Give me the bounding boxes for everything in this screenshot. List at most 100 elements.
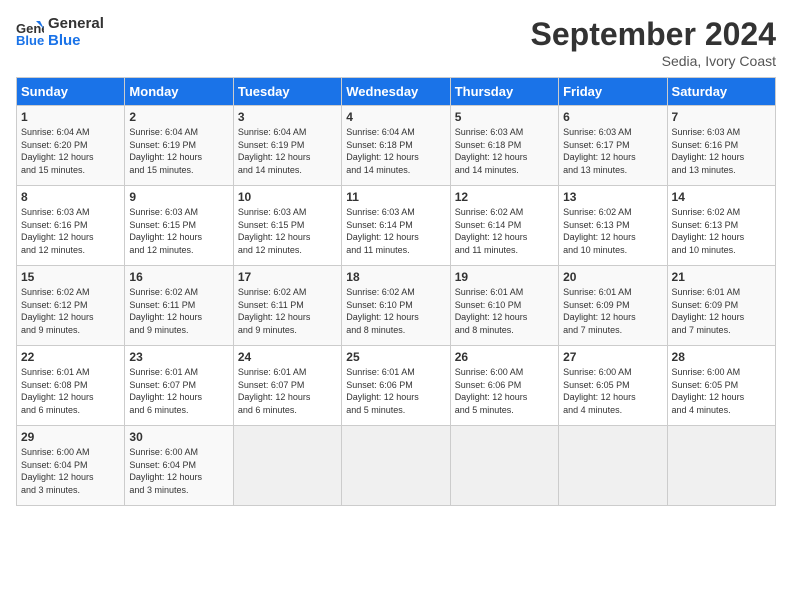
- calendar-header-row: SundayMondayTuesdayWednesdayThursdayFrid…: [17, 78, 776, 106]
- day-number: 21: [672, 270, 771, 284]
- day-number: 24: [238, 350, 337, 364]
- calendar-cell: 20 Sunrise: 6:01 AM Sunset: 6:09 PM Dayli…: [559, 266, 667, 346]
- calendar-cell: 14Sunrise: 6:02 AM Sunset: 6:13 PM Dayli…: [667, 186, 775, 266]
- day-number: 5: [455, 110, 554, 124]
- day-number: 18: [346, 270, 445, 284]
- calendar-cell: [450, 426, 558, 506]
- calendar-cell: 29 Sunrise: 6:00 AM Sunset: 6:04 PM Dayli…: [17, 426, 125, 506]
- logo-icon: General Blue: [16, 19, 44, 47]
- day-info: Sunrise: 6:00 AM Sunset: 6:04 PM Dayligh…: [129, 446, 228, 496]
- day-number: 25: [346, 350, 445, 364]
- title-block: September 2024 Sedia, Ivory Coast: [531, 16, 776, 69]
- day-number: 29: [21, 430, 120, 444]
- calendar-cell: 8 Sunrise: 6:03 AM Sunset: 6:16 PM Daylig…: [17, 186, 125, 266]
- location-subtitle: Sedia, Ivory Coast: [531, 53, 776, 69]
- calendar-cell: [342, 426, 450, 506]
- day-number: 27: [563, 350, 662, 364]
- logo-line2: Blue: [48, 33, 104, 50]
- day-info: Sunrise: 6:04 AM Sunset: 6:19 PM Dayligh…: [129, 126, 228, 176]
- calendar-cell: 15 Sunrise: 6:02 AM Sunset: 6:12 PM Dayli…: [17, 266, 125, 346]
- day-info: Sunrise: 6:00 AM Sunset: 6:05 PM Dayligh…: [672, 366, 771, 416]
- day-info: Sunrise: 6:02 AM Sunset: 6:12 PM Dayligh…: [21, 286, 120, 336]
- day-number: 26: [455, 350, 554, 364]
- day-number: 15: [21, 270, 120, 284]
- day-info: Sunrise: 6:01 AM Sunset: 6:07 PM Dayligh…: [129, 366, 228, 416]
- day-number: 1: [21, 110, 120, 124]
- calendar-week-row: 1 Sunrise: 6:04 AM Sunset: 6:20 PM Daylig…: [17, 106, 776, 186]
- day-number: 17: [238, 270, 337, 284]
- day-info: Sunrise: 6:02 AM Sunset: 6:11 PM Dayligh…: [129, 286, 228, 336]
- weekday-header: Monday: [125, 78, 233, 106]
- weekday-header: Wednesday: [342, 78, 450, 106]
- calendar-table: SundayMondayTuesdayWednesdayThursdayFrid…: [16, 77, 776, 506]
- calendar-cell: [667, 426, 775, 506]
- day-number: 30: [129, 430, 228, 444]
- day-info: Sunrise: 6:03 AM Sunset: 6:16 PM Dayligh…: [21, 206, 120, 256]
- day-info: Sunrise: 6:02 AM Sunset: 6:13 PM Dayligh…: [563, 206, 662, 256]
- day-info: Sunrise: 6:01 AM Sunset: 6:10 PM Dayligh…: [455, 286, 554, 336]
- page-header: General Blue General Blue September 2024…: [16, 16, 776, 69]
- day-number: 19: [455, 270, 554, 284]
- calendar-cell: 24 Sunrise: 6:01 AM Sunset: 6:07 PM Dayli…: [233, 346, 341, 426]
- day-info: Sunrise: 6:01 AM Sunset: 6:07 PM Dayligh…: [238, 366, 337, 416]
- calendar-cell: 27 Sunrise: 6:00 AM Sunset: 6:05 PM Dayli…: [559, 346, 667, 426]
- day-number: 8: [21, 190, 120, 204]
- logo: General Blue General Blue: [16, 16, 104, 49]
- calendar-week-row: 29 Sunrise: 6:00 AM Sunset: 6:04 PM Dayli…: [17, 426, 776, 506]
- day-info: Sunrise: 6:04 AM Sunset: 6:20 PM Dayligh…: [21, 126, 120, 176]
- calendar-cell: 3Sunrise: 6:04 AM Sunset: 6:19 PM Daylig…: [233, 106, 341, 186]
- day-info: Sunrise: 6:02 AM Sunset: 6:10 PM Dayligh…: [346, 286, 445, 336]
- day-info: Sunrise: 6:00 AM Sunset: 6:05 PM Dayligh…: [563, 366, 662, 416]
- day-info: Sunrise: 6:00 AM Sunset: 6:06 PM Dayligh…: [455, 366, 554, 416]
- day-number: 12: [455, 190, 554, 204]
- day-info: Sunrise: 6:02 AM Sunset: 6:11 PM Dayligh…: [238, 286, 337, 336]
- calendar-week-row: 8 Sunrise: 6:03 AM Sunset: 6:16 PM Daylig…: [17, 186, 776, 266]
- calendar-cell: 10Sunrise: 6:03 AM Sunset: 6:15 PM Dayli…: [233, 186, 341, 266]
- calendar-cell: 26 Sunrise: 6:00 AM Sunset: 6:06 PM Dayli…: [450, 346, 558, 426]
- day-number: 14: [672, 190, 771, 204]
- calendar-cell: 12Sunrise: 6:02 AM Sunset: 6:14 PM Dayli…: [450, 186, 558, 266]
- day-number: 10: [238, 190, 337, 204]
- calendar-cell: 6 Sunrise: 6:03 AM Sunset: 6:17 PM Daylig…: [559, 106, 667, 186]
- calendar-cell: 5Sunrise: 6:03 AM Sunset: 6:18 PM Daylig…: [450, 106, 558, 186]
- month-title: September 2024: [531, 16, 776, 53]
- day-info: Sunrise: 6:01 AM Sunset: 6:09 PM Dayligh…: [672, 286, 771, 336]
- day-info: Sunrise: 6:03 AM Sunset: 6:15 PM Dayligh…: [129, 206, 228, 256]
- day-number: 4: [346, 110, 445, 124]
- calendar-cell: 1 Sunrise: 6:04 AM Sunset: 6:20 PM Daylig…: [17, 106, 125, 186]
- day-info: Sunrise: 6:01 AM Sunset: 6:06 PM Dayligh…: [346, 366, 445, 416]
- day-number: 11: [346, 190, 445, 204]
- day-number: 28: [672, 350, 771, 364]
- calendar-cell: 16 Sunrise: 6:02 AM Sunset: 6:11 PM Dayli…: [125, 266, 233, 346]
- day-info: Sunrise: 6:01 AM Sunset: 6:08 PM Dayligh…: [21, 366, 120, 416]
- calendar-cell: 23 Sunrise: 6:01 AM Sunset: 6:07 PM Dayli…: [125, 346, 233, 426]
- calendar-cell: 13 Sunrise: 6:02 AM Sunset: 6:13 PM Dayli…: [559, 186, 667, 266]
- day-info: Sunrise: 6:01 AM Sunset: 6:09 PM Dayligh…: [563, 286, 662, 336]
- day-number: 16: [129, 270, 228, 284]
- day-number: 13: [563, 190, 662, 204]
- logo-line1: General: [48, 16, 104, 33]
- day-number: 9: [129, 190, 228, 204]
- day-info: Sunrise: 6:03 AM Sunset: 6:17 PM Dayligh…: [563, 126, 662, 176]
- day-number: 23: [129, 350, 228, 364]
- day-number: 3: [238, 110, 337, 124]
- calendar-cell: 7Sunrise: 6:03 AM Sunset: 6:16 PM Daylig…: [667, 106, 775, 186]
- calendar-cell: 9 Sunrise: 6:03 AM Sunset: 6:15 PM Daylig…: [125, 186, 233, 266]
- day-number: 20: [563, 270, 662, 284]
- calendar-week-row: 22Sunrise: 6:01 AM Sunset: 6:08 PM Dayli…: [17, 346, 776, 426]
- day-info: Sunrise: 6:03 AM Sunset: 6:14 PM Dayligh…: [346, 206, 445, 256]
- weekday-header: Saturday: [667, 78, 775, 106]
- weekday-header: Tuesday: [233, 78, 341, 106]
- day-number: 6: [563, 110, 662, 124]
- calendar-cell: 21 Sunrise: 6:01 AM Sunset: 6:09 PM Dayli…: [667, 266, 775, 346]
- day-number: 7: [672, 110, 771, 124]
- weekday-header: Friday: [559, 78, 667, 106]
- calendar-cell: [233, 426, 341, 506]
- calendar-cell: 30 Sunrise: 6:00 AM Sunset: 6:04 PM Dayli…: [125, 426, 233, 506]
- calendar-cell: 17 Sunrise: 6:02 AM Sunset: 6:11 PM Dayli…: [233, 266, 341, 346]
- day-info: Sunrise: 6:04 AM Sunset: 6:18 PM Dayligh…: [346, 126, 445, 176]
- weekday-header: Sunday: [17, 78, 125, 106]
- day-info: Sunrise: 6:00 AM Sunset: 6:04 PM Dayligh…: [21, 446, 120, 496]
- calendar-cell: 19 Sunrise: 6:01 AM Sunset: 6:10 PM Dayli…: [450, 266, 558, 346]
- calendar-cell: 25 Sunrise: 6:01 AM Sunset: 6:06 PM Dayli…: [342, 346, 450, 426]
